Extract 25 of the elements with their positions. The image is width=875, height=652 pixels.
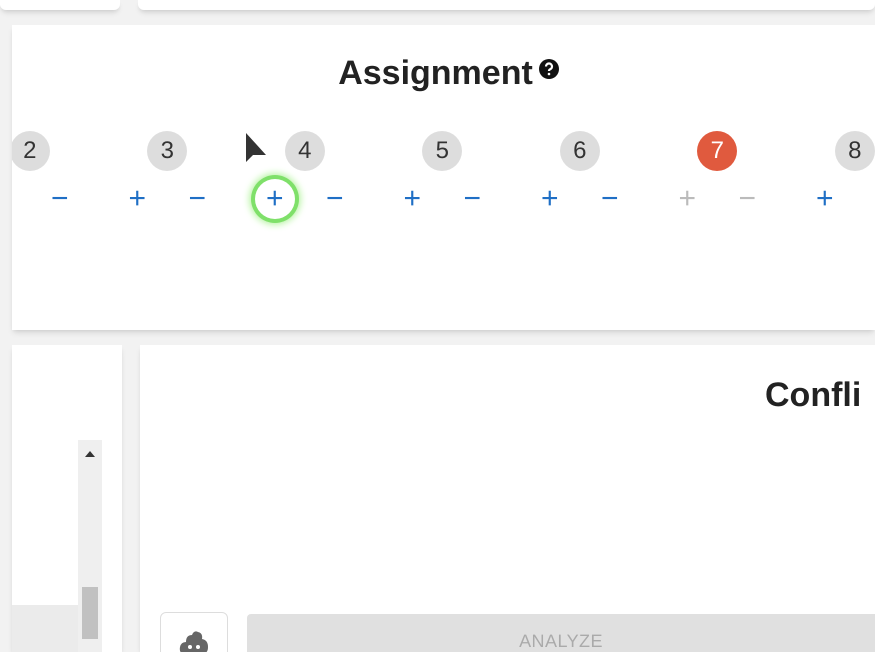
increment-button[interactable]: + — [117, 179, 158, 219]
increment-button[interactable]: + — [530, 179, 570, 219]
increment-button[interactable]: + — [804, 179, 845, 219]
scrollbar[interactable] — [78, 440, 102, 652]
list-row — [12, 605, 78, 652]
variable-badge: 4 — [284, 131, 325, 171]
variable-badge: 7 — [697, 131, 738, 171]
panel-title: Confli — [765, 375, 862, 415]
variable-badge: 3 — [147, 131, 188, 171]
decrement-button[interactable]: − — [40, 179, 80, 219]
variable-badge: 6 — [560, 131, 600, 171]
decrement-button[interactable]: − — [314, 179, 355, 219]
variable-badge: 5 — [422, 131, 462, 171]
increment-button[interactable]: + — [254, 179, 295, 219]
decrement-button[interactable]: − — [590, 179, 630, 219]
variable-badge: 2 — [12, 131, 50, 171]
decrement-button[interactable]: − — [177, 179, 218, 219]
icon-button[interactable] — [160, 612, 228, 652]
decrement-button[interactable]: − — [452, 179, 492, 219]
scrollbar-thumb[interactable] — [82, 587, 98, 639]
increment-button[interactable]: + — [392, 179, 432, 219]
variable-badge: 8 — [834, 131, 875, 171]
scroll-up-icon[interactable] — [85, 451, 95, 457]
panel-title: Assignment — [338, 53, 533, 93]
help-icon — [538, 59, 559, 79]
